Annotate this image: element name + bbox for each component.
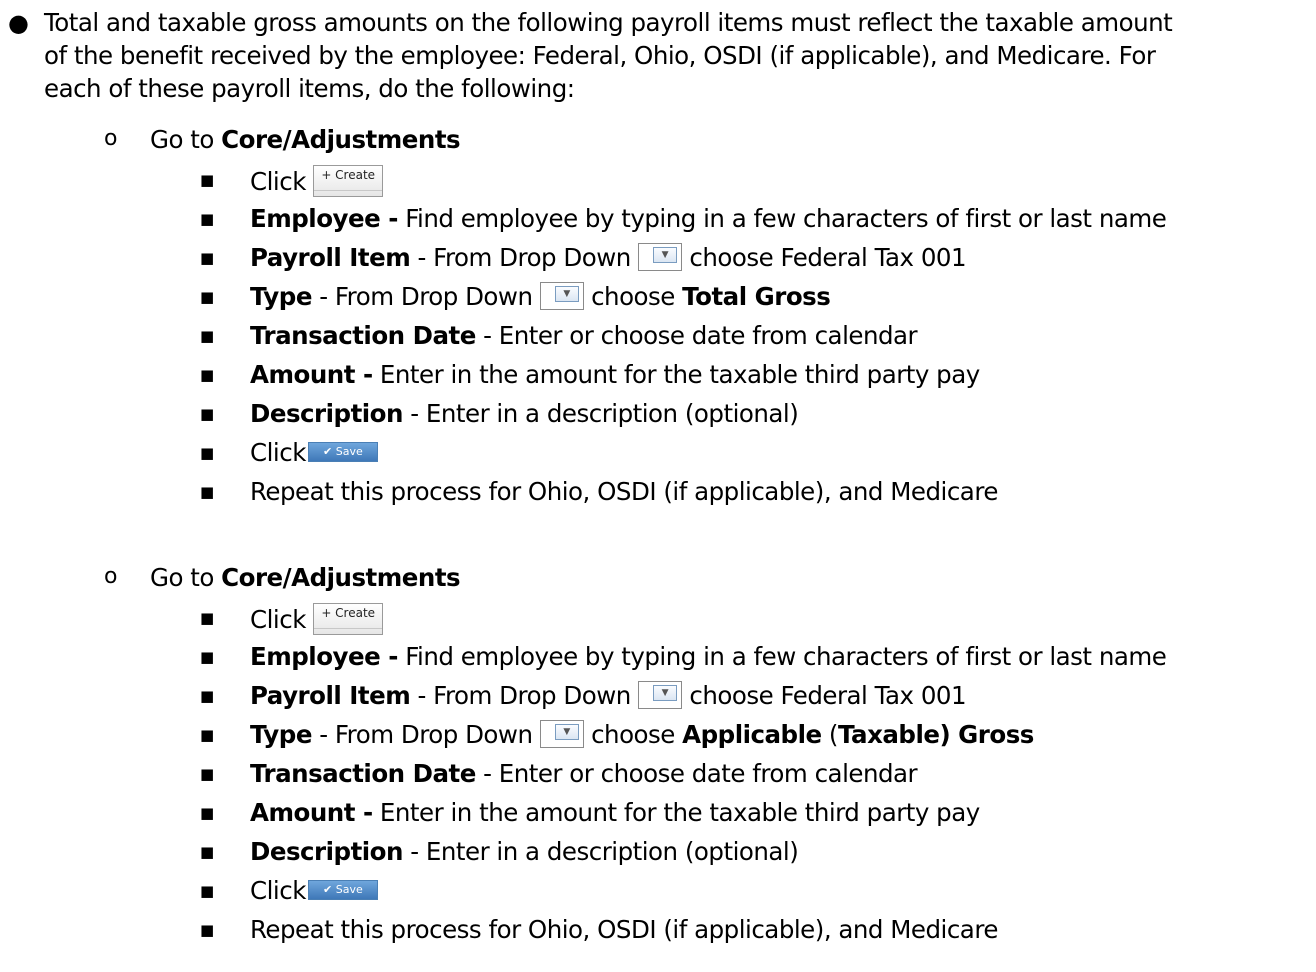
step-text: - Enter in a description (optional)	[402, 399, 799, 428]
field-name: Transaction Date	[250, 759, 476, 788]
step-marker: ■	[200, 405, 214, 423]
step-click-save: Click ✔ Save	[250, 438, 378, 468]
field-name: Amount -	[250, 360, 373, 389]
step-text: choose Federal Tax 001	[682, 681, 967, 710]
step-text: - From Drop Down	[311, 282, 540, 311]
step-marker: ■	[200, 483, 214, 501]
dropdown-button[interactable]: ▼	[638, 681, 683, 709]
step-transaction-date: Transaction Date - Enter or choose date …	[250, 759, 918, 789]
step-payroll-item: Payroll Item - From Drop Down ▼ choose F…	[250, 681, 967, 711]
intro-line-3: each of these payroll items, do the foll…	[44, 74, 575, 103]
save-button[interactable]: ✔ Save	[307, 442, 378, 462]
field-name: Employee -	[250, 642, 398, 671]
field-name: Transaction Date	[250, 321, 476, 350]
step-text: - From Drop Down	[410, 243, 639, 272]
step-marker: ■	[200, 210, 214, 228]
intro-line-1: Total and taxable gross amounts on the f…	[44, 8, 1173, 37]
create-button[interactable]: + Create	[313, 165, 384, 197]
step-marker: ■	[200, 249, 214, 267]
field-name: Type	[250, 720, 312, 749]
step-type: Type - From Drop Down ▼ choose Applicabl…	[250, 720, 1034, 750]
field-name: Employee -	[250, 204, 398, 233]
dropdown-button[interactable]: ▼	[539, 282, 584, 310]
step-marker: ■	[200, 171, 214, 189]
step-marker: ■	[200, 921, 214, 939]
save-button[interactable]: ✔ Save	[307, 880, 378, 900]
step-click-create: Click + Create	[250, 603, 384, 635]
menu-path: Core/Adjustments	[221, 125, 461, 154]
step-amount: Amount - Enter in the amount for the tax…	[250, 360, 980, 390]
step-text: Enter in the amount for the taxable thir…	[372, 798, 980, 827]
field-name: Type	[250, 282, 312, 311]
choice-value: Taxable) Gross	[837, 720, 1034, 749]
step-marker: ■	[200, 327, 214, 345]
step-label: Click	[250, 167, 306, 196]
step-text: (	[821, 720, 839, 749]
step-marker: ■	[200, 288, 214, 306]
step-marker: ■	[200, 366, 214, 384]
field-name: Amount -	[250, 798, 373, 827]
step-transaction-date: Transaction Date - Enter or choose date …	[250, 321, 918, 351]
chevron-down-icon: ▼	[554, 286, 579, 302]
sub-bullet-marker: o	[104, 564, 117, 589]
step-marker: ■	[200, 843, 214, 861]
step-text: choose	[583, 720, 683, 749]
step-text: choose Federal Tax 001	[682, 243, 967, 272]
step-text: - From Drop Down	[311, 720, 540, 749]
chevron-down-icon: ▼	[653, 685, 678, 701]
step-marker: ■	[200, 882, 214, 900]
step-text: Find employee by typing in a few charact…	[397, 204, 1167, 233]
step-employee: Employee - Find employee by typing in a …	[250, 204, 1167, 234]
step-text: Find employee by typing in a few charact…	[397, 642, 1167, 671]
step-marker: ■	[200, 648, 214, 666]
goto-prefix: Go to	[150, 563, 222, 592]
step-marker: ■	[200, 609, 214, 627]
step-amount: Amount - Enter in the amount for the tax…	[250, 798, 980, 828]
goto-instruction: Go to Core/Adjustments	[150, 125, 461, 155]
step-label: Click	[250, 438, 306, 467]
step-repeat: Repeat this process for Ohio, OSDI (if a…	[250, 915, 998, 944]
step-marker: ■	[200, 726, 214, 744]
choice-value: Total Gross	[682, 282, 831, 311]
chevron-down-icon: ▼	[653, 247, 678, 263]
step-text: Enter in the amount for the taxable thir…	[372, 360, 980, 389]
dropdown-button[interactable]: ▼	[539, 720, 584, 748]
step-click-save: Click ✔ Save	[250, 876, 378, 906]
field-name: Payroll Item	[250, 681, 411, 710]
field-name: Description	[250, 837, 403, 866]
step-text: - From Drop Down	[410, 681, 639, 710]
step-repeat: Repeat this process for Ohio, OSDI (if a…	[250, 477, 998, 506]
step-text: choose	[583, 282, 683, 311]
step-marker: ■	[200, 804, 214, 822]
chevron-down-icon: ▼	[554, 724, 579, 740]
step-marker: ■	[200, 444, 214, 462]
step-payroll-item: Payroll Item - From Drop Down ▼ choose F…	[250, 243, 967, 273]
step-marker: ■	[200, 765, 214, 783]
choice-value: Applicable	[682, 720, 822, 749]
step-text: - Enter or choose date from calendar	[475, 759, 918, 788]
dropdown-button[interactable]: ▼	[638, 243, 683, 271]
sub-bullet-marker: o	[104, 126, 117, 151]
menu-path: Core/Adjustments	[221, 563, 461, 592]
step-label: Click	[250, 605, 306, 634]
step-text: - Enter or choose date from calendar	[475, 321, 918, 350]
field-name: Payroll Item	[250, 243, 411, 272]
step-text: - Enter in a description (optional)	[402, 837, 799, 866]
goto-instruction: Go to Core/Adjustments	[150, 563, 461, 593]
step-employee: Employee - Find employee by typing in a …	[250, 642, 1167, 672]
step-label: Click	[250, 876, 306, 905]
step-click-create: Click + Create	[250, 165, 384, 197]
field-name: Description	[250, 399, 403, 428]
bullet-marker: ●	[8, 9, 29, 37]
goto-prefix: Go to	[150, 125, 222, 154]
step-description: Description - Enter in a description (op…	[250, 399, 799, 429]
step-marker: ■	[200, 687, 214, 705]
create-button[interactable]: + Create	[313, 603, 384, 635]
step-description: Description - Enter in a description (op…	[250, 837, 799, 867]
step-type: Type - From Drop Down ▼ choose Total Gro…	[250, 282, 831, 312]
intro-line-2: of the benefit received by the employee:…	[44, 41, 1156, 70]
